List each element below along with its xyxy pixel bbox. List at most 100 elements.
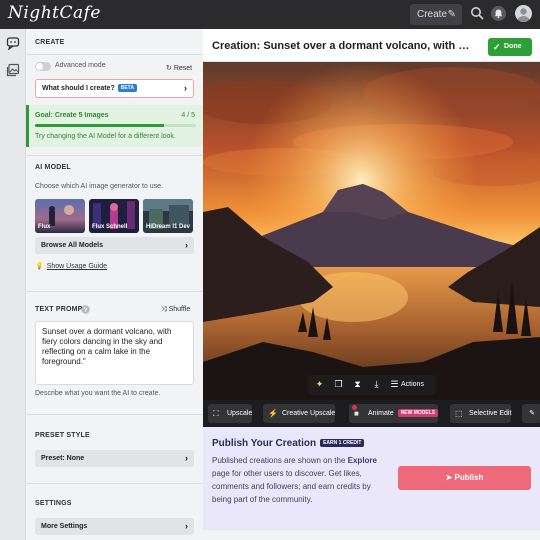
create-panel: CREATE Advanced mode ↻ Reset What should… xyxy=(26,29,203,540)
shuffle-label: Shuffle xyxy=(168,306,191,313)
done-button[interactable]: ✓ Done xyxy=(488,38,532,56)
reset-icon: ↻ xyxy=(166,65,172,72)
model-label: Flux xyxy=(38,224,51,230)
hourglass-icon[interactable]: ⧗ xyxy=(352,379,363,390)
goal-progress-bar xyxy=(35,124,196,127)
bell-icon[interactable] xyxy=(491,6,506,21)
lightbulb-icon: 💡 xyxy=(35,263,44,270)
preset-select[interactable]: Preset: None › xyxy=(35,450,194,467)
create-nav-label: Create xyxy=(417,9,448,20)
earn-credit-badge: EARN 1 CREDIT xyxy=(320,439,365,447)
goal-title: Goal: Create 5 Images xyxy=(35,112,109,119)
image-actions-bar: ✦ ❐ ⧗ ⤓ ☰ Actions xyxy=(308,375,436,395)
new-models-badge: NEW MODELS xyxy=(397,409,439,417)
show-usage-guide-label: Show Usage Guide xyxy=(46,263,108,270)
reset-button[interactable]: ↻ Reset xyxy=(166,64,192,72)
shuffle-button[interactable]: ⤨ Shuffle xyxy=(161,306,190,314)
upscale-icon: ⛶ xyxy=(213,409,219,418)
model-card-flux-schnell[interactable]: Flux Schnell xyxy=(89,199,139,233)
text-prompt-input[interactable]: Sunset over a dormant volcano, with fier… xyxy=(35,321,194,385)
tools-row: ⛶ Upscale ⚡ Creative Upscale ■ Animate NE… xyxy=(203,400,540,427)
section-title-preset-style: PRESET STYLE xyxy=(35,432,90,439)
notification-dot xyxy=(352,405,357,410)
help-icon[interactable]: ? xyxy=(81,305,90,314)
model-label: HiDream I1 Dev xyxy=(146,224,191,230)
animate-label: Animate xyxy=(368,410,394,417)
animate-button[interactable]: ■ Animate NEW MODELS xyxy=(349,404,439,423)
avatar[interactable] xyxy=(515,5,532,22)
model-card-hidream[interactable]: HiDream I1 Dev xyxy=(143,199,193,233)
advanced-mode-label: Advanced mode xyxy=(55,62,106,69)
create-icon[interactable] xyxy=(6,36,20,50)
generated-image[interactable] xyxy=(203,62,540,400)
browse-all-models-button[interactable]: Browse All Models › xyxy=(35,237,194,254)
publish-title-text: Publish Your Creation xyxy=(212,438,317,449)
divider xyxy=(26,483,203,484)
copy-icon[interactable]: ❐ xyxy=(333,379,344,390)
divider xyxy=(26,291,203,292)
gallery-icon[interactable] xyxy=(6,63,20,77)
pencil-icon: ✎ xyxy=(447,9,456,20)
text-prompt-hint: Describe what you want the AI to create. xyxy=(35,390,161,397)
publish-label: Publish xyxy=(454,473,484,482)
bottom-strip xyxy=(203,530,540,540)
section-title-text-prompt: TEXT PROMPT xyxy=(35,306,87,313)
search-icon[interactable] xyxy=(470,6,484,20)
selective-edit-label: Selective Edit xyxy=(469,410,512,417)
chevron-right-icon: › xyxy=(185,240,188,250)
publish-title: Publish Your Creation EARN 1 CREDIT xyxy=(212,438,365,449)
what-should-i-create-label: What should I create? xyxy=(42,85,115,92)
creative-upscale-label: Creative Upscale xyxy=(282,410,336,417)
goal-hint: Try changing the AI Model for a differen… xyxy=(35,133,176,140)
checkmark-icon: ✓ xyxy=(493,42,501,52)
chevron-right-icon: › xyxy=(185,453,188,463)
goal-count: 4 / 5 xyxy=(181,112,195,119)
more-settings-label: More Settings xyxy=(41,523,88,530)
edit-icon: ✎ xyxy=(529,410,535,417)
section-title-ai-model: AI MODEL xyxy=(35,164,71,171)
divider xyxy=(26,54,203,55)
divider xyxy=(26,155,203,156)
section-title-create: CREATE xyxy=(35,39,65,46)
ai-model-subtitle: Choose which AI image generator to use. xyxy=(35,183,164,190)
section-title-settings: SETTINGS xyxy=(35,500,72,507)
send-icon: ➤ xyxy=(445,473,453,482)
model-card-flux[interactable]: Flux xyxy=(35,199,85,233)
reset-label: Reset xyxy=(173,65,193,72)
more-settings-button[interactable]: More Settings › xyxy=(35,518,194,535)
left-icon-strip xyxy=(0,29,26,540)
sparkle-icon[interactable]: ✦ xyxy=(314,379,325,390)
goal-box: Goal: Create 5 Images 4 / 5 Try changing… xyxy=(26,105,203,147)
what-should-i-create-button[interactable]: What should I create? BETA › xyxy=(35,79,194,98)
browse-all-models-label: Browse All Models xyxy=(41,242,103,249)
divider xyxy=(26,414,203,415)
more-tools-button[interactable]: ✎ xyxy=(522,404,540,423)
model-label: Flux Schnell xyxy=(92,224,128,230)
explore-link[interactable]: Explore xyxy=(348,456,377,465)
create-nav-button[interactable]: Create ✎ xyxy=(410,4,462,25)
publish-description: Published creations are shown on the Exp… xyxy=(212,454,377,506)
shuffle-icon: ⤨ xyxy=(161,306,167,313)
chevron-right-icon: › xyxy=(184,83,187,93)
publish-button[interactable]: ➤ Publish xyxy=(398,466,531,490)
nightcafe-logo[interactable]: NightCafe xyxy=(8,3,101,23)
goal-progress-fill xyxy=(35,124,164,127)
actions-button[interactable]: Actions xyxy=(401,375,424,395)
upscale-label: Upscale xyxy=(227,410,253,417)
creative-upscale-button[interactable]: ⚡ Creative Upscale xyxy=(263,404,336,423)
publish-text: Published creations are shown on the xyxy=(212,456,348,465)
chevron-right-icon: › xyxy=(185,521,188,531)
advanced-mode-toggle[interactable] xyxy=(35,62,51,71)
selection-icon: ⬚ xyxy=(455,409,463,418)
beta-badge: BETA xyxy=(117,84,137,92)
menu-icon: ☰ xyxy=(390,379,399,389)
magic-wand-icon: ⚡ xyxy=(268,409,278,418)
show-usage-guide-link[interactable]: 💡 Show Usage Guide xyxy=(35,262,107,270)
creation-title: Creation: Sunset over a dormant volcano,… xyxy=(212,40,470,52)
done-label: Done xyxy=(504,43,522,50)
selective-edit-button[interactable]: ⬚ Selective Edit xyxy=(450,404,512,423)
preset-value: Preset: None xyxy=(41,455,85,462)
upscale-button[interactable]: ⛶ Upscale xyxy=(208,404,253,423)
top-bar: NightCafe Create ✎ xyxy=(0,0,540,29)
download-icon[interactable]: ⤓ xyxy=(371,379,382,390)
